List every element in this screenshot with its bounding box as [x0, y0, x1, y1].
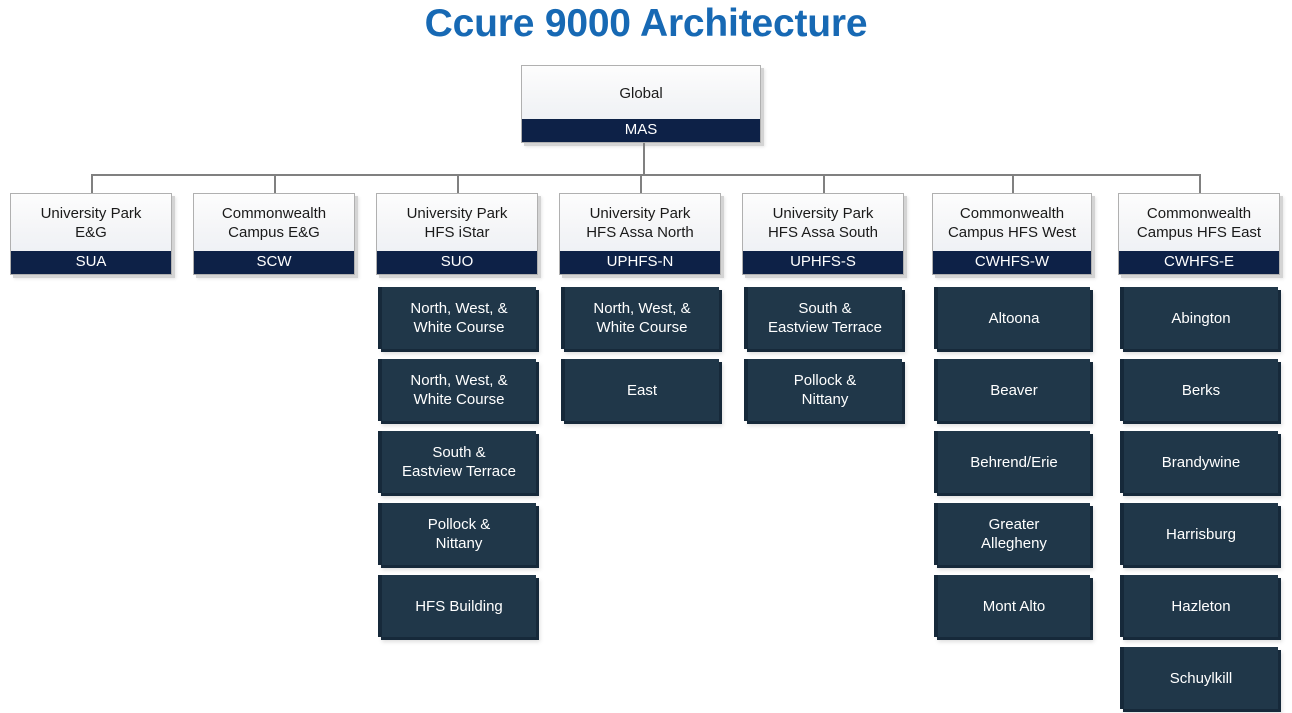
child-node[interactable]: North, West, & White Course	[378, 287, 536, 349]
node-sua[interactable]: University Park E&G SUA	[10, 193, 172, 275]
node-suo[interactable]: University Park HFS iStar SUO	[376, 193, 538, 275]
child-node[interactable]: North, West, & White Course	[561, 287, 719, 349]
child-node[interactable]: Schuylkill	[1120, 647, 1278, 709]
node-title: Global	[619, 84, 663, 102]
child-node[interactable]: Hazleton	[1120, 575, 1278, 637]
child-node[interactable]: South & Eastview Terrace	[744, 287, 902, 349]
connector-branch-drop	[1199, 174, 1201, 193]
connector-branch-drop	[640, 174, 642, 193]
child-node[interactable]: Altoona	[934, 287, 1090, 349]
child-node[interactable]: Brandywine	[1120, 431, 1278, 493]
node-code: UPHFS-S	[743, 251, 903, 274]
child-node[interactable]: Beaver	[934, 359, 1090, 421]
child-node[interactable]: South & Eastview Terrace	[378, 431, 536, 493]
org-chart-canvas: Ccure 9000 Architecture Global MAS Unive…	[0, 0, 1292, 713]
node-code: MAS	[522, 119, 760, 142]
node-title: University Park HFS iStar	[406, 205, 508, 241]
node-scw[interactable]: Commonwealth Campus E&G SCW	[193, 193, 355, 275]
connector-horizontal-bus	[91, 174, 1199, 176]
node-title: University Park HFS Assa North	[586, 205, 694, 241]
child-node[interactable]: Harrisburg	[1120, 503, 1278, 565]
child-node[interactable]: North, West, & White Course	[378, 359, 536, 421]
node-uphfs-n[interactable]: University Park HFS Assa North UPHFS-N	[559, 193, 721, 275]
node-cwhfs-e[interactable]: Commonwealth Campus HFS East CWHFS-E	[1118, 193, 1280, 275]
connector-branch-drop	[823, 174, 825, 193]
child-node[interactable]: Pollock & Nittany	[744, 359, 902, 421]
node-title: University Park HFS Assa South	[767, 205, 879, 241]
node-code: CWHFS-E	[1119, 251, 1279, 274]
node-title: University Park E&G	[40, 205, 142, 241]
node-code: SUO	[377, 251, 537, 274]
node-title: Commonwealth Campus HFS East	[1136, 205, 1262, 241]
child-node[interactable]: Behrend/Erie	[934, 431, 1090, 493]
node-cwhfs-w[interactable]: Commonwealth Campus HFS West CWHFS-W	[932, 193, 1092, 275]
node-title: Commonwealth Campus E&G	[221, 205, 327, 241]
child-node[interactable]: Berks	[1120, 359, 1278, 421]
child-node[interactable]: East	[561, 359, 719, 421]
page-title: Ccure 9000 Architecture	[424, 2, 868, 45]
connector-branch-drop	[457, 174, 459, 193]
node-title: Commonwealth Campus HFS West	[947, 205, 1077, 241]
child-node[interactable]: Abington	[1120, 287, 1278, 349]
child-node[interactable]: Pollock & Nittany	[378, 503, 536, 565]
node-code: SUA	[11, 251, 171, 274]
connector-root-stem	[643, 143, 645, 174]
child-node[interactable]: Mont Alto	[934, 575, 1090, 637]
node-global-mas[interactable]: Global MAS	[521, 65, 761, 143]
connector-branch-drop	[274, 174, 276, 193]
node-uphfs-s[interactable]: University Park HFS Assa South UPHFS-S	[742, 193, 904, 275]
connector-branch-drop	[91, 174, 93, 193]
child-node[interactable]: Greater Allegheny	[934, 503, 1090, 565]
node-code: SCW	[194, 251, 354, 274]
node-code: UPHFS-N	[560, 251, 720, 274]
child-node[interactable]: HFS Building	[378, 575, 536, 637]
connector-branch-drop	[1012, 174, 1014, 193]
node-code: CWHFS-W	[933, 251, 1091, 274]
